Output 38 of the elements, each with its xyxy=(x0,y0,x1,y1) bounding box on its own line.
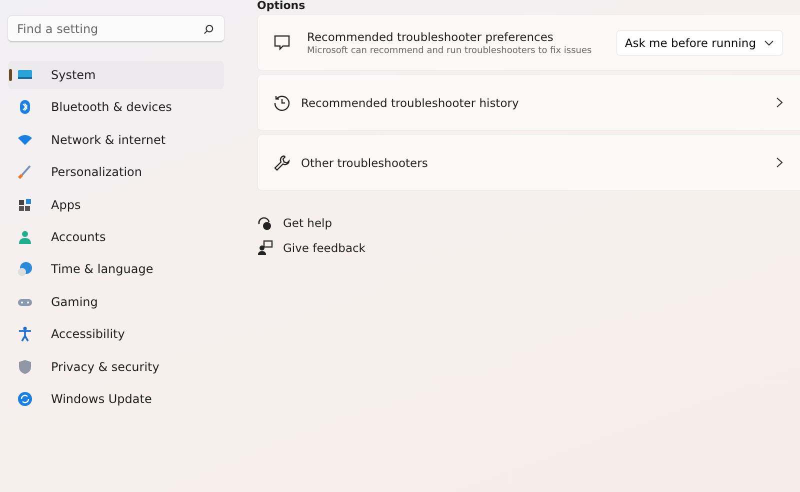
chevron-right-icon xyxy=(776,97,783,108)
nav-item[interactable]: Privacy & security xyxy=(8,352,224,381)
nav-item[interactable]: Gaming xyxy=(8,288,224,316)
help-link[interactable]: Get help xyxy=(257,215,800,231)
update-icon xyxy=(17,390,33,407)
shield-icon xyxy=(17,358,33,375)
speech-bubble-icon xyxy=(273,34,291,52)
help-link[interactable]: Give feedback xyxy=(257,240,800,256)
nav-item[interactable]: Bluetooth & devices xyxy=(8,93,224,122)
history-icon xyxy=(273,94,291,112)
card-title: Recommended troubleshooter preferences xyxy=(307,30,554,44)
nav-item[interactable]: Windows Update xyxy=(8,384,224,413)
accessibility-icon xyxy=(17,326,33,342)
nav-item[interactable]: Accessibility xyxy=(8,320,224,348)
card-title: Recommended troubleshooter history xyxy=(301,96,520,110)
settings-card[interactable]: Recommended troubleshooter history xyxy=(257,74,800,131)
person-icon xyxy=(17,228,33,245)
chevron-right-icon xyxy=(776,157,783,168)
selection-indicator xyxy=(9,69,12,81)
nav-item[interactable]: System xyxy=(8,61,224,89)
brush-icon xyxy=(17,164,33,180)
wrench-icon xyxy=(273,154,291,172)
card-title: Other troubleshooters xyxy=(301,156,429,170)
search-field[interactable]: Find a setting xyxy=(8,16,224,42)
bluetooth-icon xyxy=(17,99,33,116)
nav-item[interactable]: Network & internet xyxy=(8,126,224,154)
feedback-icon xyxy=(257,240,273,256)
nav-item[interactable]: Apps xyxy=(8,190,224,219)
nav-item[interactable]: Accounts xyxy=(8,222,224,251)
dropdown[interactable]: Ask me before running xyxy=(616,30,783,56)
card-description: Microsoft can recommend and run troubleshooters to fix issues xyxy=(307,46,593,56)
nav-item[interactable]: Personalization xyxy=(8,158,224,186)
chevron-down-icon xyxy=(764,40,774,46)
search-icon xyxy=(203,24,214,35)
section-heading: Options xyxy=(257,0,306,12)
nav-item[interactable]: Time & language xyxy=(8,255,224,284)
settings-card[interactable]: Other troubleshooters xyxy=(257,134,800,191)
apps-icon xyxy=(17,196,33,213)
